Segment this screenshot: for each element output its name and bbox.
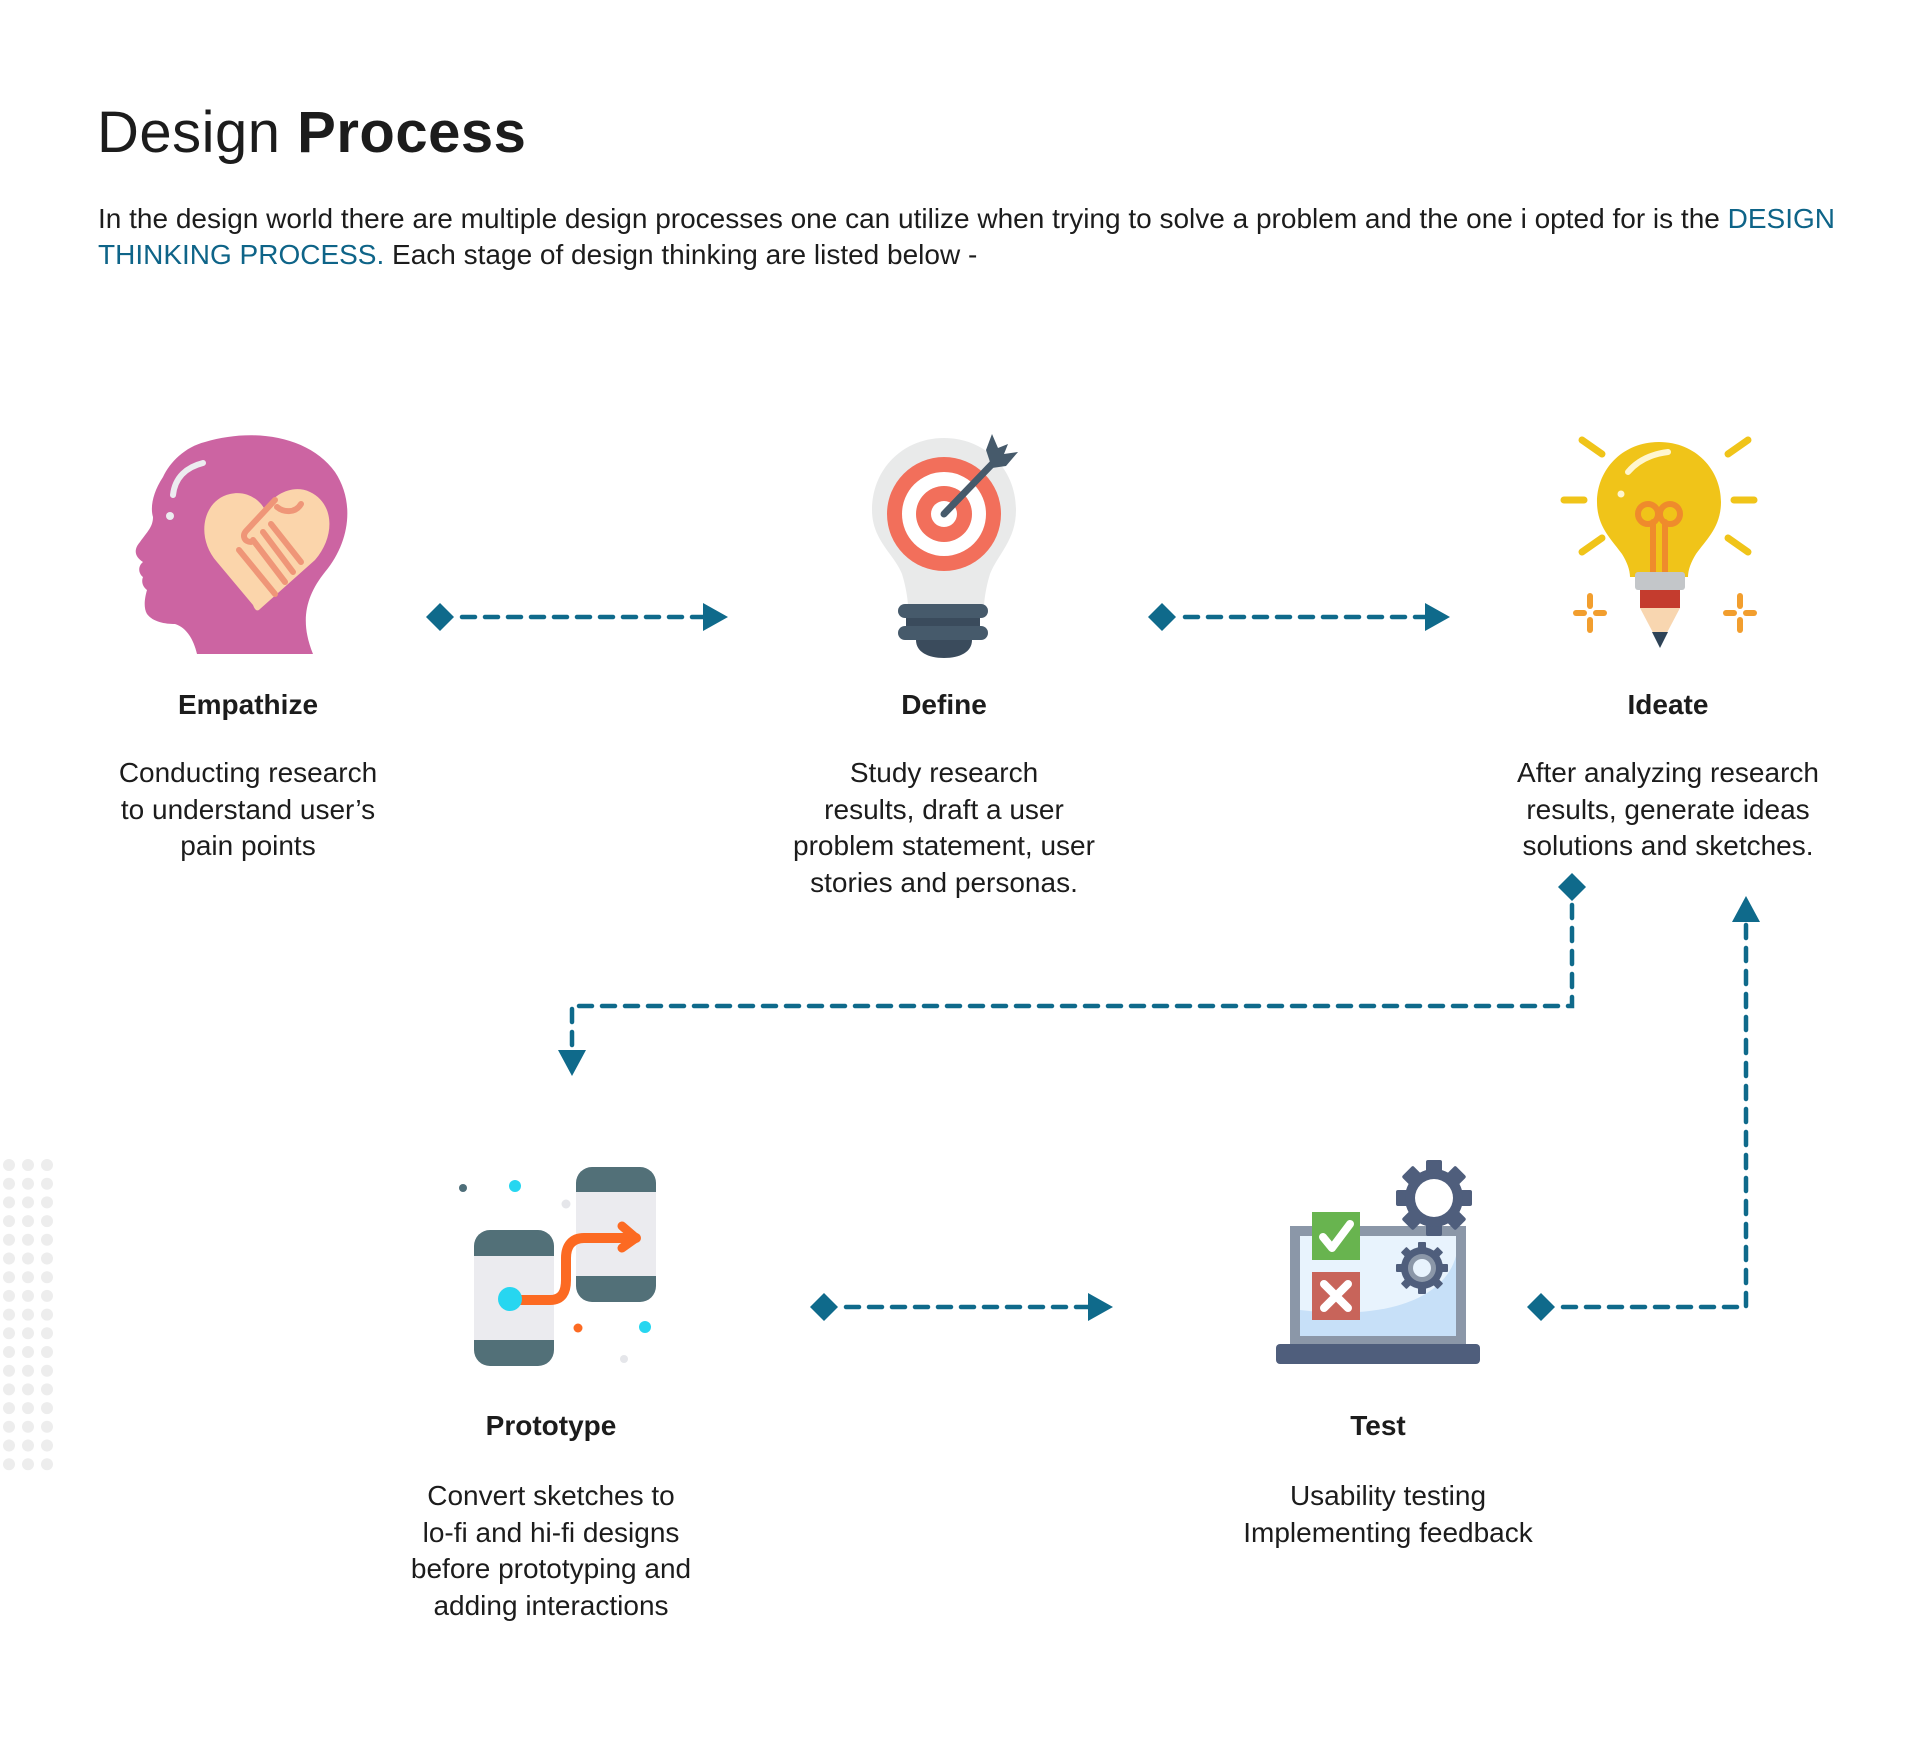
diamond-marker [426, 603, 454, 631]
arrowhead-up [1732, 896, 1760, 922]
arrowhead-right [1425, 603, 1450, 631]
arrowhead-down [558, 1050, 586, 1076]
diamond-marker [1558, 873, 1586, 901]
arrowhead-right [703, 603, 728, 631]
lightbulb-pencil-icon [1560, 436, 1758, 648]
stage-desc-prototype: Convert sketches to lo-fi and hi-fi desi… [410, 1480, 692, 1621]
stage-label-define: Define [901, 689, 987, 720]
arrowhead-right [1088, 1293, 1113, 1321]
stage-desc-ideate: After analyzing research results, genera… [1517, 757, 1819, 861]
gear-icon [1396, 1160, 1472, 1236]
diamond-marker [810, 1293, 838, 1321]
connector-test-ideate [1560, 917, 1749, 1310]
lightbulb-target-icon [872, 434, 1018, 658]
small-gear-icon [1396, 1242, 1448, 1294]
stage-label-empathize: Empathize [177, 689, 319, 720]
stage-label-prototype: Prototype [485, 1410, 617, 1441]
stage-desc-define: Study research results, draft a user pro… [793, 757, 1095, 898]
head-heart-handshake-icon [135, 435, 348, 654]
stage-desc-empathize: Conducting research to understand user’s… [118, 757, 378, 861]
stage-label-test: Test [1350, 1410, 1406, 1441]
laptop-checklist-gear-icon [1276, 1160, 1480, 1364]
stage-desc-test: Usability testing Implementing feedback [1243, 1480, 1533, 1548]
stage-label-ideate: Ideate [1627, 689, 1709, 720]
phones-flow-icon [459, 1167, 656, 1366]
diamond-marker [1148, 603, 1176, 631]
diamond-marker [1527, 1293, 1555, 1321]
connector-ideate-prototype [569, 902, 1575, 1053]
